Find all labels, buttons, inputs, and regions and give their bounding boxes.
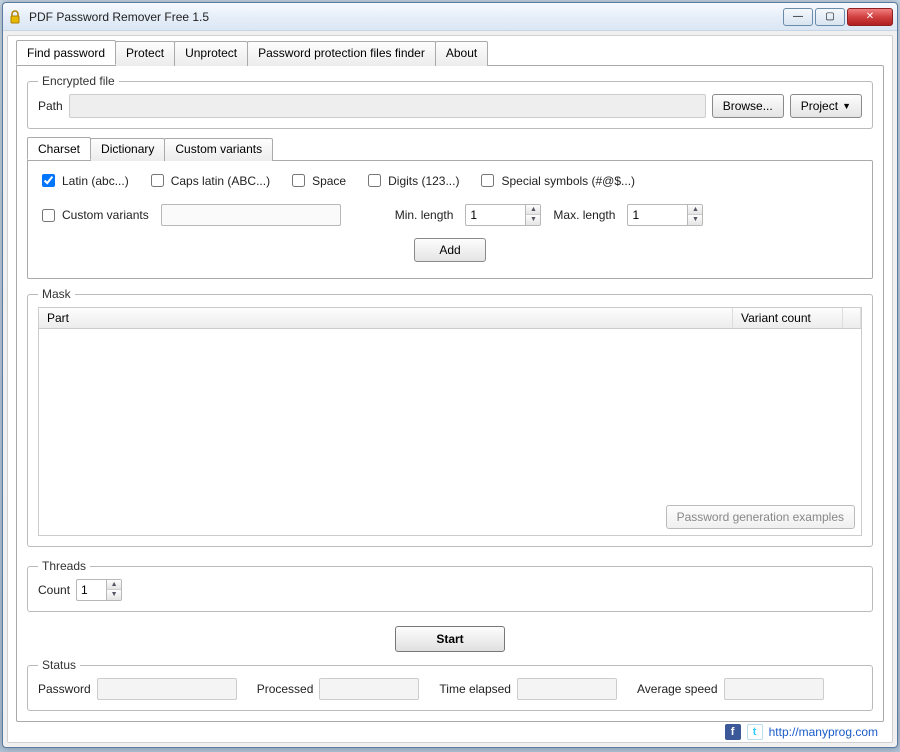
tab-protection-finder[interactable]: Password protection files finder — [247, 41, 436, 66]
status-legend: Status — [38, 658, 80, 672]
tab-dictionary[interactable]: Dictionary — [90, 138, 165, 161]
min-length-spinner[interactable]: ▲▼ — [465, 204, 541, 226]
close-button[interactable]: ✕ — [847, 8, 893, 26]
title-bar[interactable]: PDF Password Remover Free 1.5 — ▢ ✕ — [3, 3, 897, 31]
tab-custom-variants[interactable]: Custom variants — [164, 138, 273, 161]
max-length-label: Max. length — [553, 208, 615, 222]
min-length-label: Min. length — [395, 208, 454, 222]
col-spacer — [843, 308, 861, 328]
status-elapsed-label: Time elapsed — [439, 682, 511, 696]
client-area: Find password Protect Unprotect Password… — [7, 35, 893, 743]
tab-about[interactable]: About — [435, 41, 488, 66]
password-examples-button: Password generation examples — [666, 505, 855, 529]
status-group: Status Password Processed Time elapsed A… — [27, 658, 873, 711]
status-password-label: Password — [38, 682, 91, 696]
mask-group: Mask Part Variant count Password generat… — [27, 287, 873, 547]
mask-legend: Mask — [38, 287, 75, 301]
custom-variants-input[interactable] — [161, 204, 341, 226]
tab-unprotect[interactable]: Unprotect — [174, 41, 248, 66]
encrypted-file-legend: Encrypted file — [38, 74, 119, 88]
latin-checkbox[interactable]: Latin (abc...) — [38, 171, 129, 190]
threads-group: Threads Count ▲▼ — [27, 559, 873, 612]
special-checkbox[interactable]: Special symbols (#@$...) — [477, 171, 635, 190]
status-processed-value — [319, 678, 419, 700]
charset-content: Latin (abc...) Caps latin (ABC...) Space… — [27, 160, 873, 279]
project-button[interactable]: Project▼ — [790, 94, 862, 118]
add-button[interactable]: Add — [414, 238, 485, 262]
facebook-icon[interactable]: f — [725, 724, 741, 740]
tab-charset[interactable]: Charset — [27, 137, 91, 160]
chevron-down-icon: ▼ — [842, 101, 851, 111]
website-link[interactable]: http://manyprog.com — [769, 725, 878, 739]
tab-find-password[interactable]: Find password — [16, 40, 116, 65]
threads-count-spinner[interactable]: ▲▼ — [76, 579, 122, 601]
mask-table-header: Part Variant count — [38, 307, 862, 329]
main-tabs: Find password Protect Unprotect Password… — [16, 41, 884, 66]
spin-up-icon[interactable]: ▲ — [688, 205, 702, 215]
spin-down-icon[interactable]: ▼ — [688, 215, 702, 225]
threads-legend: Threads — [38, 559, 90, 573]
minimize-button[interactable]: — — [783, 8, 813, 26]
browse-button[interactable]: Browse... — [712, 94, 784, 118]
status-speed-label: Average speed — [637, 682, 718, 696]
mask-table-body[interactable]: Password generation examples — [38, 329, 862, 536]
maximize-button[interactable]: ▢ — [815, 8, 845, 26]
status-speed-value — [724, 678, 824, 700]
encrypted-file-group: Encrypted file Path Browse... Project▼ — [27, 74, 873, 129]
window-title: PDF Password Remover Free 1.5 — [29, 10, 781, 24]
status-elapsed-value — [517, 678, 617, 700]
status-processed-label: Processed — [257, 682, 314, 696]
spin-up-icon[interactable]: ▲ — [107, 580, 121, 590]
path-input[interactable] — [69, 94, 706, 118]
col-part[interactable]: Part — [39, 308, 733, 328]
spin-down-icon[interactable]: ▼ — [107, 590, 121, 600]
space-checkbox[interactable]: Space — [288, 171, 346, 190]
max-length-spinner[interactable]: ▲▼ — [627, 204, 703, 226]
twitter-icon[interactable]: t — [747, 724, 763, 740]
start-button[interactable]: Start — [395, 626, 504, 652]
path-label: Path — [38, 99, 63, 113]
status-password-value — [97, 678, 237, 700]
spin-down-icon[interactable]: ▼ — [526, 215, 540, 225]
digits-checkbox[interactable]: Digits (123...) — [364, 171, 459, 190]
footer: f t http://manyprog.com — [16, 722, 884, 740]
spin-up-icon[interactable]: ▲ — [526, 205, 540, 215]
charset-tabs: Charset Dictionary Custom variants — [27, 138, 873, 161]
app-window: PDF Password Remover Free 1.5 — ▢ ✕ Find… — [2, 2, 898, 748]
threads-count-label: Count — [38, 583, 70, 597]
tab-protect[interactable]: Protect — [115, 41, 175, 66]
caps-checkbox[interactable]: Caps latin (ABC...) — [147, 171, 270, 190]
col-variant-count[interactable]: Variant count — [733, 308, 843, 328]
custom-variants-checkbox[interactable]: Custom variants — [38, 206, 149, 225]
app-icon — [7, 9, 23, 25]
tab-content: Encrypted file Path Browse... Project▼ C… — [16, 65, 884, 722]
